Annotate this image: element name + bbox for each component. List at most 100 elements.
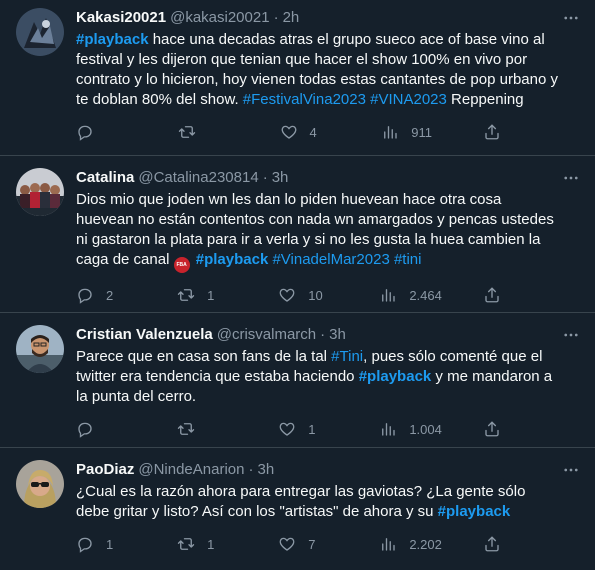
reply-button[interactable]: 1 [76, 534, 136, 554]
views-count: 911 [411, 124, 432, 140]
avatar[interactable] [16, 8, 64, 56]
retweet-icon [177, 289, 195, 301]
avatar[interactable] [16, 168, 64, 216]
share-icon [485, 124, 499, 140]
more-icon [564, 333, 578, 337]
hashtag-link[interactable]: #tini [394, 251, 422, 268]
reply-icon [78, 537, 92, 553]
retweet-button[interactable]: 1 [177, 534, 237, 554]
display-name[interactable]: PaoDiaz [76, 460, 134, 480]
hashtag-link[interactable]: #Tini [331, 348, 363, 365]
views-button[interactable]: 1.004 [379, 419, 442, 439]
retweet-icon [177, 423, 195, 435]
reply-button[interactable]: 2 [76, 285, 136, 305]
user-handle[interactable]: @kakasi20021 [170, 8, 269, 28]
retweet-button[interactable]: 1 [177, 285, 237, 305]
tweet-feed: Kakasi20021 @kakasi20021 · 2h #playback … [0, 0, 595, 570]
like-icon [279, 537, 295, 551]
like-count: 1 [308, 421, 316, 437]
share-button[interactable] [483, 122, 501, 142]
hashtag-link[interactable]: #playback [76, 31, 149, 48]
reply-count: 2 [106, 287, 114, 303]
like-count: 7 [308, 536, 316, 552]
more-icon [564, 176, 578, 180]
views-button[interactable]: 911 [381, 122, 441, 142]
tweet[interactable]: Kakasi20021 @kakasi20021 · 2h #playback … [0, 0, 595, 156]
tweet-text-segment: Parece que en casa son fans de la tal [76, 348, 332, 365]
more-options-button[interactable] [561, 8, 581, 28]
like-icon [279, 288, 295, 302]
share-button[interactable] [483, 285, 501, 305]
hashtag-link[interactable]: #VinadelMar2023 [272, 251, 389, 268]
timestamp[interactable]: 3h [272, 168, 289, 188]
timestamp[interactable]: 3h [257, 460, 274, 480]
display-name[interactable]: Kakasi20021 [76, 8, 166, 28]
reply-icon [78, 422, 92, 438]
tweet-text-segment: Reppening [446, 91, 524, 108]
views-button[interactable]: 2.464 [379, 285, 442, 305]
timestamp[interactable]: 3h [329, 325, 346, 345]
reply-count: 1 [106, 536, 114, 552]
tweet[interactable]: PaoDiaz @NindeAnarion · 3h ¿Cual es la r… [0, 448, 595, 570]
avatar[interactable] [16, 325, 64, 373]
more-options-button[interactable] [561, 325, 581, 345]
user-handle[interactable]: @NindeAnarion [138, 460, 244, 480]
views-icon [382, 538, 396, 551]
retweet-icon [178, 126, 195, 138]
reply-icon [78, 125, 92, 141]
like-icon [281, 125, 296, 139]
display-name[interactable]: Catalina [76, 168, 134, 188]
action-bar: 1 1 7 2.202 [76, 534, 501, 554]
tweet-text: Parece que en casa son fans de la tal #T… [76, 347, 561, 407]
tweet[interactable]: Cristian Valenzuela @crisvalmarch · 3h P… [0, 313, 595, 448]
like-button[interactable]: 7 [278, 534, 338, 554]
separator-dot: · [248, 461, 254, 478]
retweet-button[interactable] [177, 419, 237, 439]
separator-dot: · [262, 169, 268, 186]
timestamp[interactable]: 2h [283, 8, 300, 28]
hashtag-link[interactable]: #VINA2023 [370, 91, 447, 108]
display-name[interactable]: Cristian Valenzuela [76, 325, 213, 345]
views-icon [382, 423, 396, 436]
retweet-count: 1 [207, 536, 215, 552]
share-icon [485, 536, 499, 552]
like-count: 4 [309, 124, 317, 140]
like-icon [279, 422, 295, 436]
like-button[interactable]: 4 [280, 122, 340, 142]
more-icon [564, 16, 578, 20]
share-icon [485, 287, 499, 303]
reply-button[interactable] [76, 419, 136, 439]
like-button[interactable]: 10 [278, 285, 338, 305]
hashtag-link[interactable]: #playback [196, 251, 269, 268]
retweet-icon [177, 538, 195, 550]
separator-dot: · [273, 9, 279, 26]
tweet-text: Dios mio que joden wn les dan lo piden h… [76, 190, 561, 273]
hashtag-link[interactable]: #playback [359, 368, 432, 385]
hashtag-link[interactable]: #FestivalVina2023 [243, 91, 366, 108]
more-options-button[interactable] [561, 460, 581, 480]
emoji-badge-icon: FBA [173, 257, 190, 273]
more-options-button[interactable] [561, 168, 581, 188]
tweet[interactable]: Catalina @Catalina230814 · 3h Dios mio q… [0, 156, 595, 313]
like-button[interactable]: 1 [278, 419, 338, 439]
share-button[interactable] [483, 419, 501, 439]
tweet-text: ¿Cual es la razón ahora para entregar la… [76, 482, 561, 522]
avatar[interactable] [16, 460, 64, 508]
tweet-text: #playback hace una decadas atras el grup… [76, 30, 561, 110]
action-bar: 2 1 10 2.464 [76, 285, 501, 305]
reply-icon [78, 288, 92, 304]
more-icon [564, 468, 578, 472]
user-handle[interactable]: @crisvalmarch [217, 325, 316, 345]
views-count: 2.464 [409, 287, 442, 303]
views-count: 2.202 [409, 536, 442, 552]
action-bar: 1 1.004 [76, 419, 501, 439]
user-handle[interactable]: @Catalina230814 [138, 168, 258, 188]
views-icon [382, 289, 396, 302]
reply-button[interactable] [76, 122, 136, 142]
views-count: 1.004 [409, 421, 442, 437]
retweet-button[interactable] [178, 122, 238, 142]
views-button[interactable]: 2.202 [379, 534, 442, 554]
share-button[interactable] [483, 534, 501, 554]
hashtag-link[interactable]: #playback [438, 503, 511, 520]
separator-dot: · [320, 326, 326, 343]
